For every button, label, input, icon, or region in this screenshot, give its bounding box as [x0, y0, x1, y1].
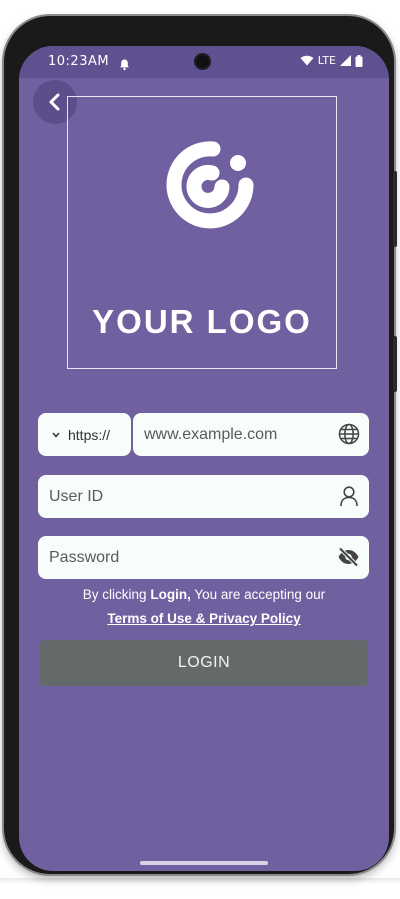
- terms-notice: By clicking Login, You are accepting our: [19, 587, 389, 602]
- status-time: 10:23AM: [48, 54, 110, 69]
- status-icons: LTE: [300, 54, 363, 67]
- notification-bell-icon: [118, 56, 131, 75]
- server-url-input[interactable]: www.example.com: [133, 413, 369, 456]
- signal-icon: [340, 55, 351, 66]
- eye-off-icon[interactable]: [337, 546, 360, 572]
- phone-frame: 10:23AM LTE YOUR LOGO https:// www.examp…: [4, 16, 397, 874]
- network-label: LTE: [317, 54, 336, 67]
- terms-bold: Login,: [150, 587, 191, 602]
- logo-placeholder: YOUR LOGO: [67, 96, 337, 369]
- password-input[interactable]: Password: [38, 536, 369, 579]
- app-screen: 10:23AM LTE YOUR LOGO https:// www.examp…: [19, 46, 389, 871]
- chevron-down-icon: [48, 432, 64, 438]
- login-button[interactable]: LOGIN: [40, 640, 368, 686]
- user-icon: [338, 485, 360, 511]
- volume-button: [393, 336, 397, 392]
- user-id-placeholder: User ID: [49, 487, 104, 505]
- url-placeholder: www.example.com: [144, 425, 278, 443]
- terms-prefix: By clicking: [82, 587, 151, 602]
- device-shadow: [0, 878, 400, 884]
- logo-text: YOUR LOGO: [92, 303, 312, 340]
- wifi-icon: [300, 55, 314, 66]
- terms-suffix: You are accepting our: [190, 587, 326, 602]
- battery-icon: [355, 54, 363, 67]
- chevron-left-icon: [49, 93, 60, 111]
- globe-icon: [338, 423, 360, 449]
- home-indicator[interactable]: [140, 861, 268, 865]
- protocol-value: https://: [68, 426, 111, 443]
- password-placeholder: Password: [49, 548, 120, 566]
- logo-mark-icon: [166, 141, 254, 229]
- protocol-select[interactable]: https://: [38, 413, 131, 456]
- front-camera: [194, 53, 211, 70]
- terms-privacy-link[interactable]: Terms of Use & Privacy Policy: [19, 611, 389, 626]
- status-bar: 10:23AM LTE: [19, 46, 389, 78]
- user-id-input[interactable]: User ID: [38, 475, 369, 518]
- power-button: [393, 171, 397, 247]
